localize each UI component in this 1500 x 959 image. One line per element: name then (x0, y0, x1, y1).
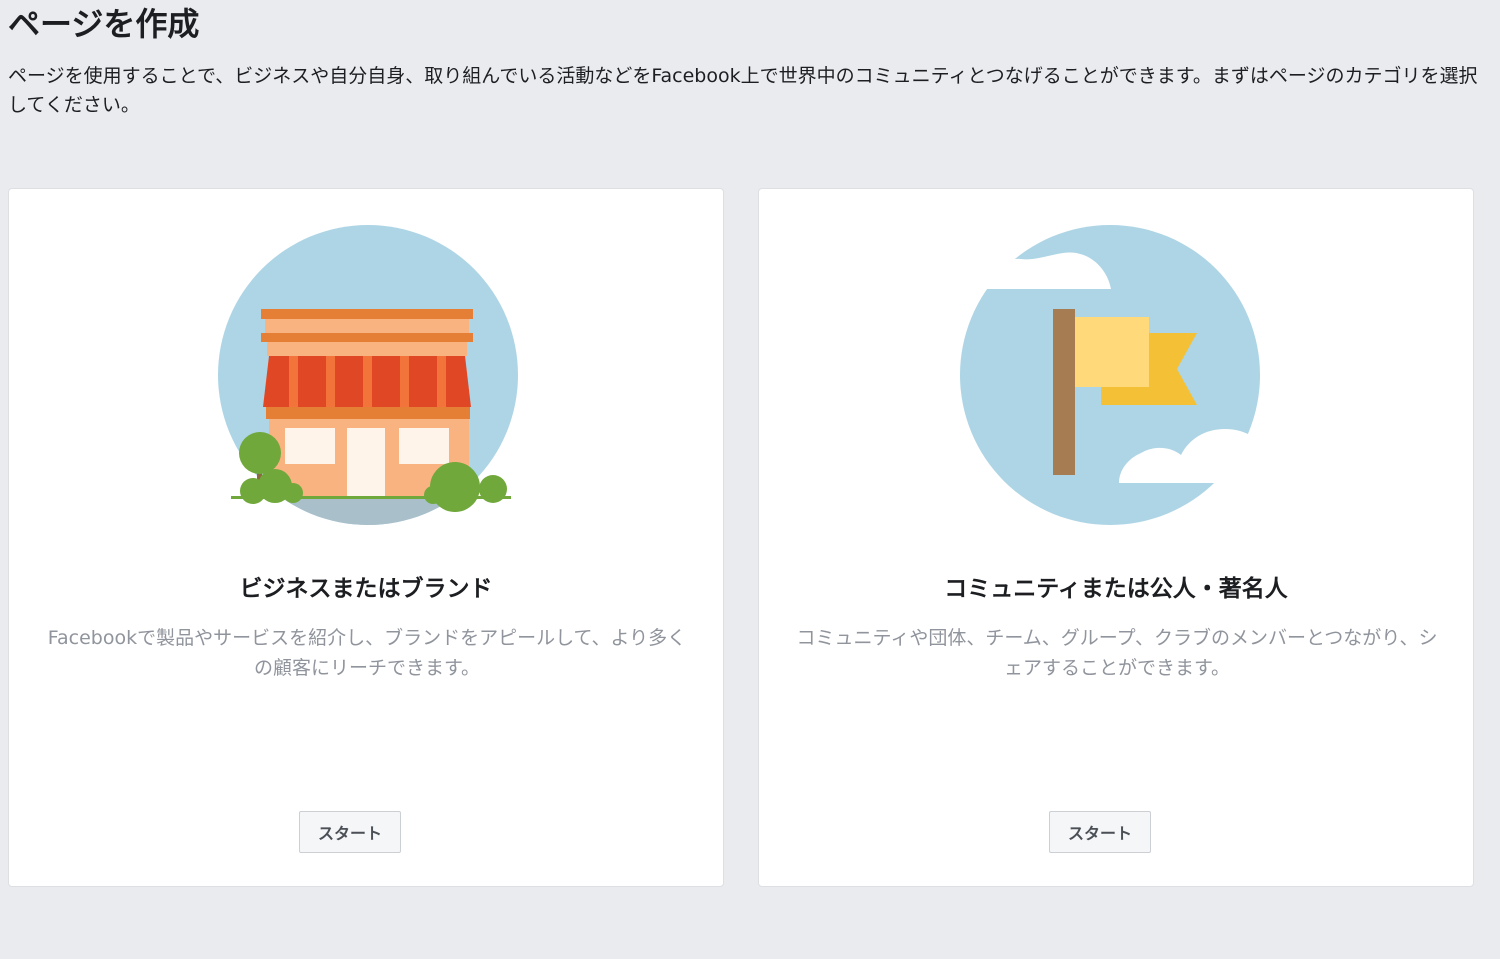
page-title: ページを作成 (8, 5, 200, 43)
business-start-button[interactable]: スタート (299, 811, 401, 853)
community-start-button[interactable]: スタート (1049, 811, 1151, 853)
business-brand-card: ビジネスまたはブランド Facebookで製品やサービスを紹介し、ブランドをアピ… (8, 188, 724, 887)
page-description: ページを使用することで、ビジネスや自分自身、取り組んでいる活動などをFacebo… (8, 65, 1478, 116)
business-brand-title: ビジネスまたはブランド (239, 576, 493, 602)
flag-icon (960, 225, 1275, 525)
storefront-icon (218, 225, 518, 525)
community-public-figure-card: コミュニティまたは公人・著名人 コミュニティや団体、チーム、グループ、クラブのメ… (758, 188, 1474, 887)
community-public-figure-title: コミュニティまたは公人・著名人 (944, 576, 1288, 602)
community-public-figure-description: コミュニティや団体、チーム、グループ、クラブのメンバーとつながり、シェアすること… (796, 627, 1438, 679)
business-brand-description: Facebookで製品やサービスを紹介し、ブランドをアピールして、より多くの顧客… (47, 627, 687, 679)
